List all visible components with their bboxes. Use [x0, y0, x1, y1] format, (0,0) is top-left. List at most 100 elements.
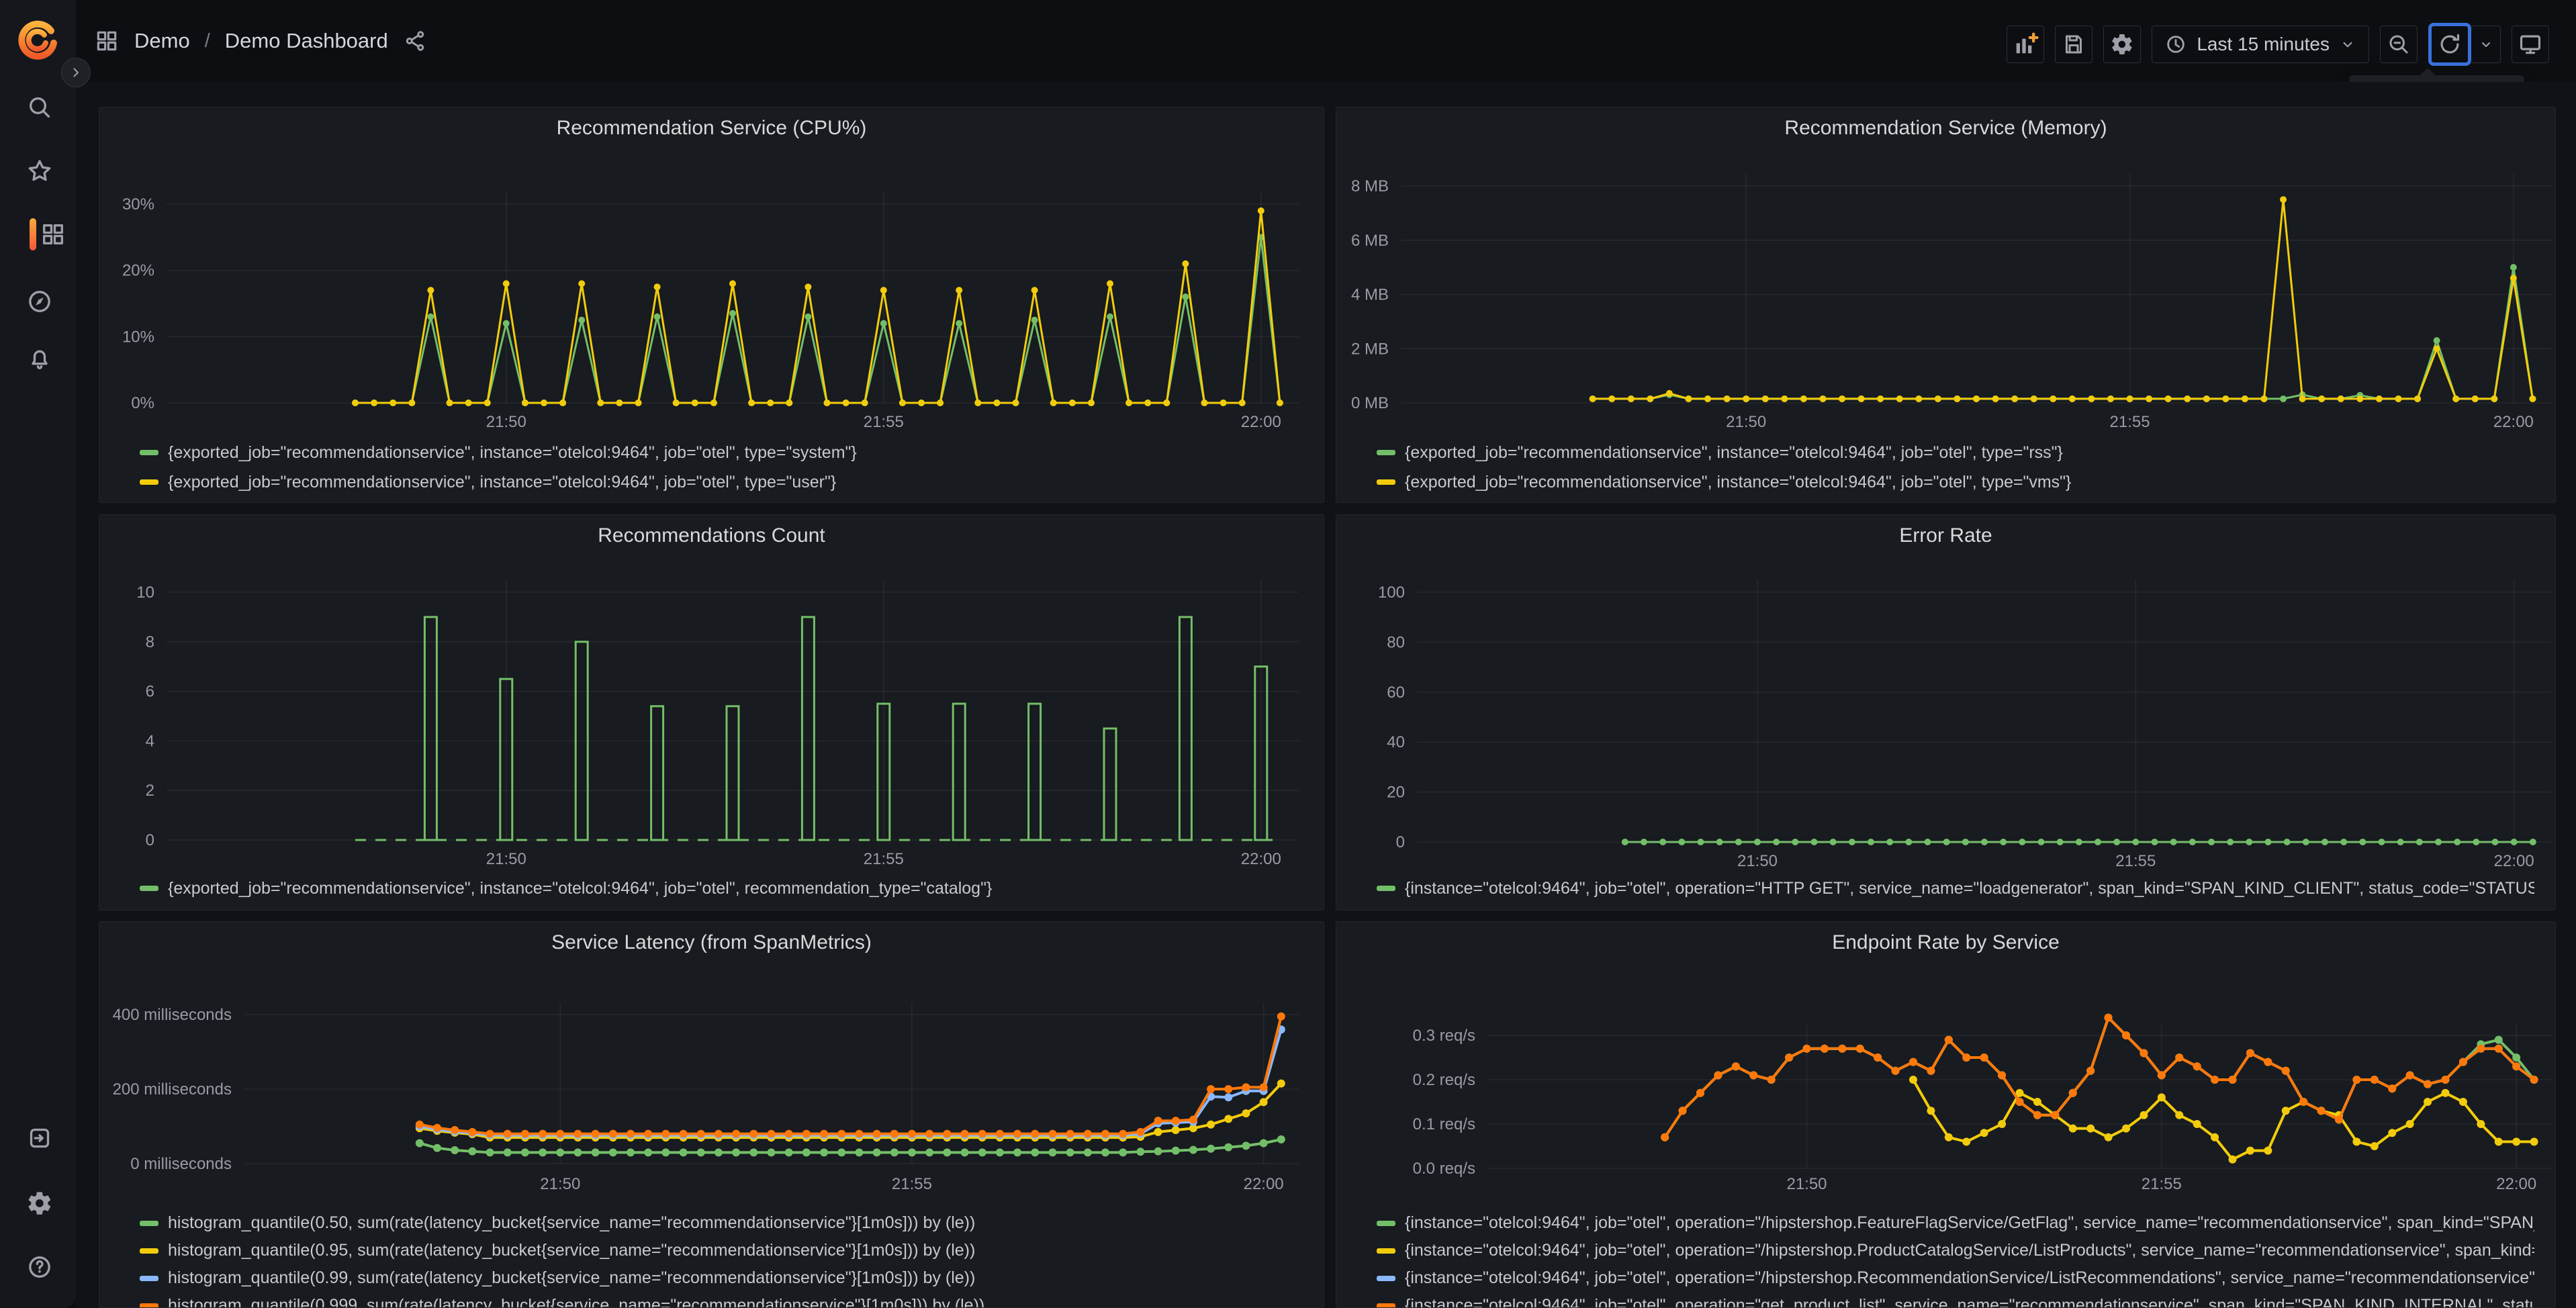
legend: {instance="otelcol:9464", job="otel", op… — [1377, 1209, 2535, 1308]
sidebar-item-dashboards[interactable] — [38, 220, 68, 249]
legend-swatch — [140, 1275, 158, 1281]
alerting-bell-icon — [32, 350, 48, 369]
panel-recommendation-service-cpu: Recommendation Service (CPU%) 0% 10% 20% 30%… — [99, 107, 1324, 503]
time-range-picker[interactable]: Last 15 minutes — [2152, 26, 2369, 63]
sidebar-item-sign-in[interactable] — [25, 1123, 54, 1153]
legend-label: histogram_quantile(0.999, sum(rate(laten… — [168, 1296, 985, 1308]
legend-item[interactable]: {exported_job="recommendationservice", i… — [1377, 467, 2534, 497]
svg-text:6 MB: 6 MB — [1351, 232, 1389, 250]
svg-text:21:50: 21:50 — [486, 413, 526, 431]
legend-swatch — [1377, 1303, 1395, 1307]
legend-item[interactable]: {exported_job="recommendationservice", i… — [1377, 438, 2534, 467]
top-navigation-bar: Demo / Demo Dashboard Last 15 minutes — [0, 0, 2576, 82]
legend-swatch — [1377, 1248, 1395, 1254]
sidebar-item-help[interactable] — [25, 1252, 54, 1282]
save-dashboard-icon — [2066, 35, 2082, 54]
svg-text:0.3 req/s: 0.3 req/s — [1413, 1027, 1475, 1045]
svg-text:0: 0 — [1396, 833, 1405, 851]
sidebar-item-explore[interactable] — [25, 287, 54, 316]
sidebar-expand-button[interactable] — [61, 58, 91, 87]
legend: {exported_job="recommendationservice", i… — [140, 874, 1303, 903]
svg-text:21:55: 21:55 — [2110, 413, 2150, 431]
legend-item[interactable]: {instance="otelcol:9464", job="otel", op… — [1377, 874, 2534, 903]
refresh-interval-dropdown[interactable] — [2471, 26, 2501, 63]
svg-text:30%: 30% — [122, 195, 154, 214]
legend-label: histogram_quantile(0.50, sum(rate(latenc… — [168, 1213, 976, 1232]
panel-error-rate: Error Rate 0 20 40 60 80 100 21:50 21:55 22:00 {in… — [1336, 514, 2556, 910]
legend-label: {instance="otelcol:9464", job="otel", op… — [1405, 1268, 2535, 1287]
svg-text:80: 80 — [1387, 633, 1405, 651]
svg-text:22:00: 22:00 — [2496, 1175, 2536, 1193]
legend-swatch — [1377, 450, 1395, 455]
svg-text:21:55: 21:55 — [864, 413, 904, 431]
svg-text:0.1 req/s: 0.1 req/s — [1413, 1115, 1475, 1133]
chevron-down-icon — [2343, 42, 2352, 48]
svg-text:21:55: 21:55 — [2115, 852, 2156, 870]
legend-item[interactable]: histogram_quantile(0.50, sum(rate(latenc… — [140, 1209, 1303, 1237]
legend-item[interactable]: histogram_quantile(0.99, sum(rate(latenc… — [140, 1264, 1303, 1292]
svg-text:21:50: 21:50 — [1786, 1175, 1827, 1193]
legend-item[interactable]: {instance="otelcol:9464", job="otel", op… — [1377, 1292, 2535, 1308]
legend-swatch — [140, 1303, 158, 1307]
legend-swatch — [1377, 1220, 1395, 1226]
sidebar-item-alerting[interactable] — [25, 344, 54, 374]
grafana-app: Demo / Demo Dashboard Last 15 minutes Re… — [0, 0, 2576, 1308]
dashboard-settings-button[interactable] — [2103, 26, 2142, 63]
svg-text:6: 6 — [146, 683, 154, 701]
refresh-button[interactable] — [2428, 23, 2471, 66]
svg-text:400 milliseconds: 400 milliseconds — [113, 1006, 232, 1024]
svg-text:0 milliseconds: 0 milliseconds — [130, 1155, 232, 1173]
legend-swatch — [1377, 479, 1395, 485]
svg-text:0%: 0% — [131, 394, 154, 412]
chart[interactable]: 0 20 40 60 80 100 21:50 21:55 22:00 — [1336, 515, 2556, 910]
svg-text:60: 60 — [1387, 684, 1405, 702]
legend: histogram_quantile(0.50, sum(rate(latenc… — [140, 1209, 1303, 1308]
zoom-out-button[interactable] — [2380, 26, 2418, 63]
svg-text:0 MB: 0 MB — [1351, 394, 1389, 412]
breadcrumb-separator: / — [204, 30, 210, 52]
sidebar-item-search[interactable] — [25, 93, 54, 122]
settings-gear-icon — [28, 1192, 51, 1215]
refresh-icon — [2440, 34, 2460, 54]
svg-text:20%: 20% — [122, 262, 154, 280]
legend-swatch — [140, 886, 158, 891]
sidebar-item-starred[interactable] — [25, 156, 54, 186]
grafana-logo[interactable] — [16, 17, 59, 60]
sidebar-item-settings[interactable] — [25, 1188, 54, 1218]
svg-text:22:00: 22:00 — [2493, 413, 2534, 431]
breadcrumb-section[interactable]: Demo — [134, 29, 190, 53]
svg-text:21:50: 21:50 — [486, 850, 526, 868]
svg-text:4 MB: 4 MB — [1351, 286, 1389, 304]
legend-item[interactable]: {instance="otelcol:9464", job="otel", op… — [1377, 1209, 2534, 1237]
dashboard-grid-icon — [97, 31, 117, 51]
legend-item[interactable]: {instance="otelcol:9464", job="otel", op… — [1377, 1264, 2534, 1292]
legend-label: {instance="otelcol:9464", job="otel", op… — [1405, 1296, 2535, 1308]
legend-label: {instance="otelcol:9464", job="otel", op… — [1405, 1241, 2535, 1260]
svg-text:100: 100 — [1378, 583, 1405, 602]
legend-item[interactable]: histogram_quantile(0.999, sum(rate(laten… — [140, 1292, 1303, 1308]
clock-icon — [2167, 36, 2185, 53]
add-panel-button[interactable] — [2007, 26, 2045, 63]
legend-swatch — [140, 479, 158, 485]
legend-label: {exported_job="recommendationservice", i… — [168, 442, 857, 462]
share-icon[interactable] — [403, 29, 427, 53]
svg-text:0.0 req/s: 0.0 req/s — [1413, 1160, 1475, 1178]
legend-swatch — [1377, 886, 1395, 891]
dashboard-settings-icon — [2112, 34, 2132, 55]
svg-text:22:00: 22:00 — [1241, 413, 1281, 431]
chart[interactable]: 0 2 4 6 8 10 21:50 21:55 22:00 — [99, 515, 1324, 910]
legend: {exported_job="recommendationservice", i… — [1377, 438, 2534, 497]
legend-item[interactable]: {exported_job="recommendationservice", i… — [140, 467, 1303, 497]
kiosk-mode-button[interactable] — [2512, 26, 2549, 63]
svg-text:21:55: 21:55 — [892, 1175, 932, 1193]
legend-item[interactable]: {instance="otelcol:9464", job="otel", op… — [1377, 1237, 2534, 1264]
sign-in-icon — [30, 1128, 50, 1148]
save-dashboard-button[interactable] — [2055, 26, 2093, 63]
legend-item[interactable]: {exported_job="recommendationservice", i… — [140, 438, 1303, 467]
breadcrumb-page[interactable]: Demo Dashboard — [225, 29, 388, 53]
legend-item[interactable]: histogram_quantile(0.95, sum(rate(latenc… — [140, 1237, 1303, 1264]
svg-text:8 MB: 8 MB — [1351, 177, 1389, 195]
legend-swatch — [1377, 1275, 1395, 1281]
legend-item[interactable]: {exported_job="recommendationservice", i… — [140, 874, 1303, 903]
dashboards-icon — [42, 224, 63, 244]
